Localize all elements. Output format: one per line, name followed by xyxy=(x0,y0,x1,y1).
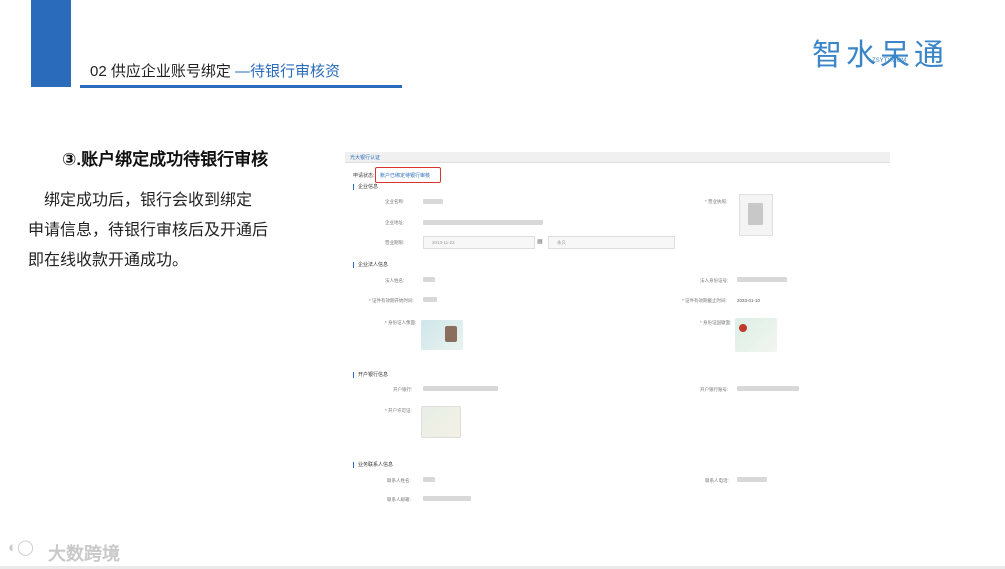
label-id-front: * 身份证人像面: xyxy=(385,320,417,325)
screenshot-tabstrip: 光大银行认证 xyxy=(345,152,890,163)
description-line: 申请信息，待银行审核后及开通后 xyxy=(28,222,269,239)
label-company-name: 企业名称: xyxy=(385,199,405,204)
label-contact-name: 联系人姓名: xyxy=(387,478,411,483)
watermark-logo-icon: ◐◯ xyxy=(8,539,34,556)
section-legal-person: 企业法人信息 xyxy=(353,262,388,268)
label-contact-email: 联系人邮箱: xyxy=(387,497,411,502)
embedded-screenshot: 光大银行认证 申请状态: 账户已绑定待银行审核 企业信息 企业名称: 企业地址:… xyxy=(345,152,890,504)
watermark-text: 大数跨境 xyxy=(48,544,120,564)
value-contact-name-redacted xyxy=(423,477,435,482)
value-contact-email-redacted xyxy=(423,496,471,501)
business-license-thumbnail[interactable] xyxy=(739,194,773,236)
label-cert-start: * 证件有效期开始时间: xyxy=(369,298,414,303)
bank-permit-thumbnail[interactable] xyxy=(421,406,461,438)
license-redacted xyxy=(748,203,763,225)
description-line: 即在线收款开通成功。 xyxy=(28,252,189,269)
id-card-back-thumbnail[interactable] xyxy=(735,318,777,352)
value-cert-end: 2033-01-10 xyxy=(737,298,761,303)
value-company-name-redacted xyxy=(423,199,443,204)
value-cert-start-redacted xyxy=(423,297,437,302)
calendar-icon[interactable]: ▦ xyxy=(537,238,543,245)
step-heading: ③.账户绑定成功待银行审核 xyxy=(62,150,269,169)
label-id-back: * 身份证国徽面: xyxy=(700,320,732,325)
term-start-input[interactable]: 2013-11-22 xyxy=(423,236,535,249)
id-photo xyxy=(445,326,457,342)
page-title: 02 供应企业账号绑定 —待银行审核资 xyxy=(90,60,340,81)
section-contact: 业务联系人信息 xyxy=(353,462,393,468)
label-cert-end: * 证件有效期截止时间: xyxy=(682,298,727,303)
label-legal-name: 法人姓名: xyxy=(385,278,405,283)
status-label: 申请状态: xyxy=(353,173,375,179)
label-business-license: * 营业执照: xyxy=(705,199,728,204)
emblem-icon xyxy=(739,324,747,332)
term-end-input[interactable]: 永久 xyxy=(548,236,675,249)
value-bank-account-redacted xyxy=(737,386,799,391)
title-underline xyxy=(80,85,402,88)
section-bank: 开户银行信息 xyxy=(353,372,388,378)
section-company: 企业信息 xyxy=(353,184,378,190)
value-legal-name-redacted xyxy=(423,277,435,282)
logo-subtext: ZSYTY.COM xyxy=(872,58,907,64)
page-title-accent: —待银行审核资 xyxy=(235,63,341,80)
status-value: 账户已绑定待银行审核 xyxy=(380,173,431,179)
label-bank-account: 开户银行账号: xyxy=(700,387,729,392)
id-card-front-thumbnail[interactable] xyxy=(421,320,463,350)
brand-logo: 智水呆通 ZSYTY.COM xyxy=(812,30,972,73)
term-start-value: 2013-11-22 xyxy=(432,240,455,245)
label-business-term: 营业期限: xyxy=(385,240,405,245)
description-line: 绑定成功后，银行会收到绑定 xyxy=(28,192,253,209)
logo-text: 智水呆通 xyxy=(812,38,948,73)
label-bank-name: 开户银行: xyxy=(393,387,413,392)
term-end-value: 永久 xyxy=(557,240,566,245)
label-company-address: 企业地址: xyxy=(385,220,405,225)
value-company-address-redacted xyxy=(423,220,543,225)
page-title-prefix: 02 供应企业账号绑定 xyxy=(90,63,236,80)
header-accent-bar xyxy=(31,0,71,87)
label-contact-phone: 联系人电话: xyxy=(705,478,729,483)
label-legal-id: 法人身份证号: xyxy=(700,278,729,283)
value-legal-id-redacted xyxy=(737,277,787,282)
step-description: 绑定成功后，银行会收到绑定 申请信息，待银行审核后及开通后 即在线收款开通成功。 xyxy=(28,186,318,276)
tab-bank-auth[interactable]: 光大银行认证 xyxy=(350,154,380,161)
value-contact-phone-redacted xyxy=(737,477,767,482)
label-bank-permit: * 开户许可证: xyxy=(385,408,412,413)
value-bank-name-redacted xyxy=(423,386,498,391)
